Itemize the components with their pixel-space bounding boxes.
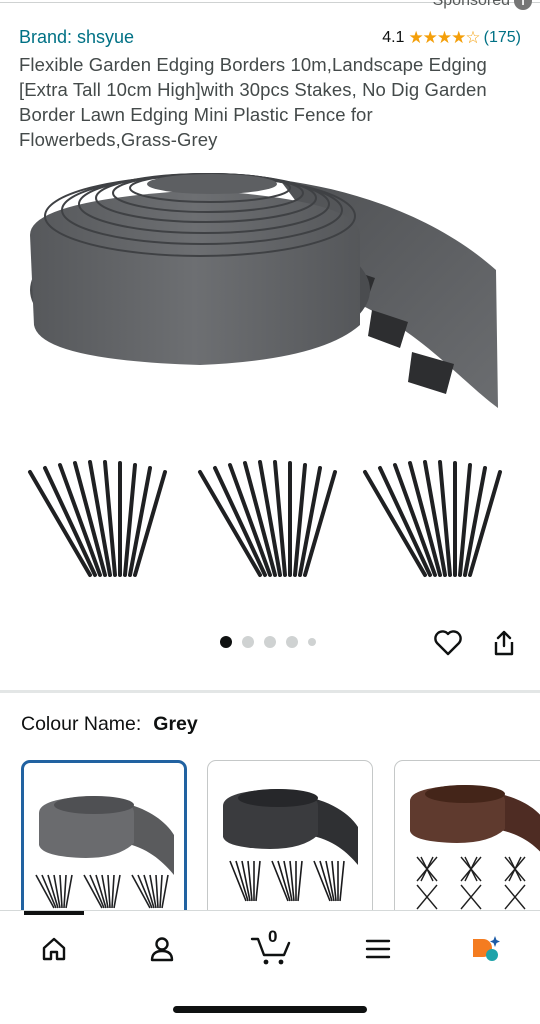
active-tab-indicator [24, 911, 84, 915]
image-carousel-dots[interactable] [220, 636, 316, 648]
home-indicator [173, 1006, 367, 1013]
brand-link[interactable]: Brand: shsyue [19, 27, 134, 48]
review-count-link[interactable]: (175) [484, 29, 521, 47]
product-header: Brand: shsyue 4.1 ★★★★☆ (175) [19, 27, 521, 48]
colour-selector-label: Colour Name: Grey [21, 713, 198, 736]
swatch-grey[interactable] [21, 760, 187, 920]
sponsored-label[interactable]: Sponsored i [433, 0, 532, 10]
carousel-dot[interactable] [220, 636, 232, 648]
colour-label: Colour Name: [21, 713, 142, 735]
product-image[interactable] [20, 160, 520, 590]
rating-summary[interactable]: 4.1 ★★★★☆ (175) [382, 28, 521, 48]
product-title: Flexible Garden Edging Borders 10m,Lands… [19, 54, 487, 150]
star-rating-icon: ★★★★☆ [408, 27, 480, 47]
account-icon[interactable] [142, 929, 182, 969]
section-divider [0, 690, 540, 693]
heart-icon[interactable] [433, 628, 463, 658]
stakes-bundles [28, 460, 502, 577]
home-icon[interactable] [34, 929, 74, 969]
swatch-brown[interactable] [394, 760, 540, 920]
info-icon[interactable]: i [514, 0, 532, 10]
carousel-dot[interactable] [286, 636, 298, 648]
selected-colour: Grey [153, 713, 198, 735]
rufus-icon[interactable] [466, 929, 506, 969]
carousel-dot[interactable] [308, 638, 316, 646]
share-icon[interactable] [489, 628, 519, 658]
rating-value: 4.1 [382, 28, 405, 46]
sponsored-text: Sponsored [432, 0, 510, 9]
carousel-dot[interactable] [264, 636, 276, 648]
cart-icon[interactable]: 0 [250, 927, 294, 969]
bottom-navigation: 0 [0, 910, 540, 1024]
cart-count: 0 [268, 927, 278, 946]
swatch-black[interactable] [207, 760, 373, 920]
carousel-dot[interactable] [242, 636, 254, 648]
menu-icon[interactable] [358, 929, 398, 969]
